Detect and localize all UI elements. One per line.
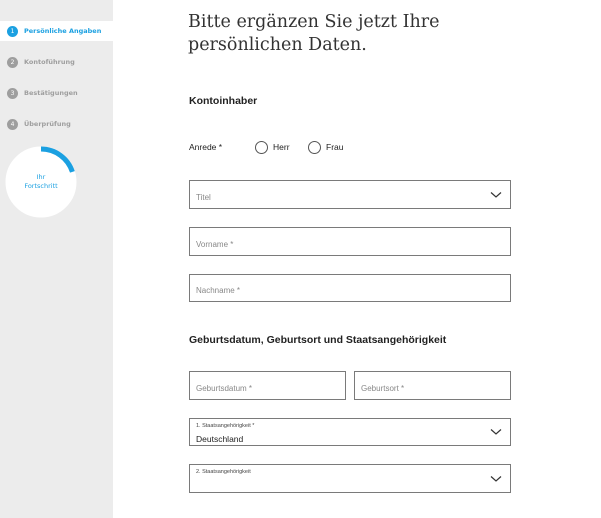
nachname-placeholder: Nachname * [196, 286, 241, 295]
radio-frau-label[interactable]: Frau [326, 142, 343, 152]
page-title: Bitte ergänzen Sie jetzt Ihre persönlich… [188, 12, 440, 55]
anrede-label: Anrede * [189, 142, 223, 152]
staat1-value: Deutschland [196, 434, 244, 444]
step-label: Kontoführung [24, 58, 75, 66]
staatsangehoerigkeit-2-select[interactable]: 2. Staatsangehörigkeit [189, 464, 511, 493]
section-kontoinhaber: Kontoinhaber [189, 95, 258, 107]
staatsangehoerigkeit-1-select[interactable]: 1. Staatsangehörigkeit * Deutschland [189, 418, 511, 446]
step-label: Bestätigungen [24, 89, 78, 97]
vorname-input[interactable]: Vorname * [189, 227, 511, 256]
step-label: Überprüfung [24, 120, 71, 128]
step-number: 4 [7, 118, 18, 130]
step-persoenliche-angaben[interactable]: 1 Persönliche Angaben [0, 21, 113, 41]
step-number: 3 [7, 87, 18, 99]
chevron-down-icon [490, 475, 502, 482]
chevron-down-icon [490, 429, 502, 435]
radio-frau[interactable] [308, 141, 321, 154]
titel-select[interactable]: Titel [189, 180, 511, 209]
step-kontofuehrung[interactable]: 2 Kontoführung [0, 52, 113, 72]
geburtsort-placeholder: Geburtsort * [361, 384, 405, 393]
step-number: 1 [7, 25, 18, 37]
section-geburt: Geburtsdatum, Geburtsort und Staatsangeh… [189, 334, 447, 346]
progress-label-line1: Ihr [36, 173, 46, 181]
progress-label: Ihr Fortschritt [5, 146, 77, 218]
radio-herr[interactable] [255, 141, 268, 154]
radio-herr-label[interactable]: Herr [273, 142, 290, 152]
step-number: 2 [7, 56, 18, 68]
chevron-down-icon [490, 191, 502, 198]
progress-label-line2: Fortschritt [24, 182, 58, 190]
titel-placeholder: Titel [196, 193, 211, 202]
staat1-label: 1. Staatsangehörigkeit * [196, 423, 255, 429]
sidebar: 1 Persönliche Angaben 2 Kontoführung 3 B… [0, 0, 113, 518]
step-ueberpruefung[interactable]: 4 Überprüfung [0, 114, 113, 134]
step-bestaetigungen[interactable]: 3 Bestätigungen [0, 83, 113, 103]
vorname-placeholder: Vorname * [196, 240, 234, 249]
nachname-input[interactable]: Nachname * [189, 274, 511, 302]
geburtsort-input[interactable]: Geburtsort * [354, 371, 511, 400]
staat2-label: 2. Staatsangehörigkeit [196, 469, 251, 475]
geburtsdatum-placeholder: Geburtsdatum * [196, 384, 253, 393]
step-label: Persönliche Angaben [24, 27, 102, 35]
geburtsdatum-input[interactable]: Geburtsdatum * [189, 371, 346, 400]
